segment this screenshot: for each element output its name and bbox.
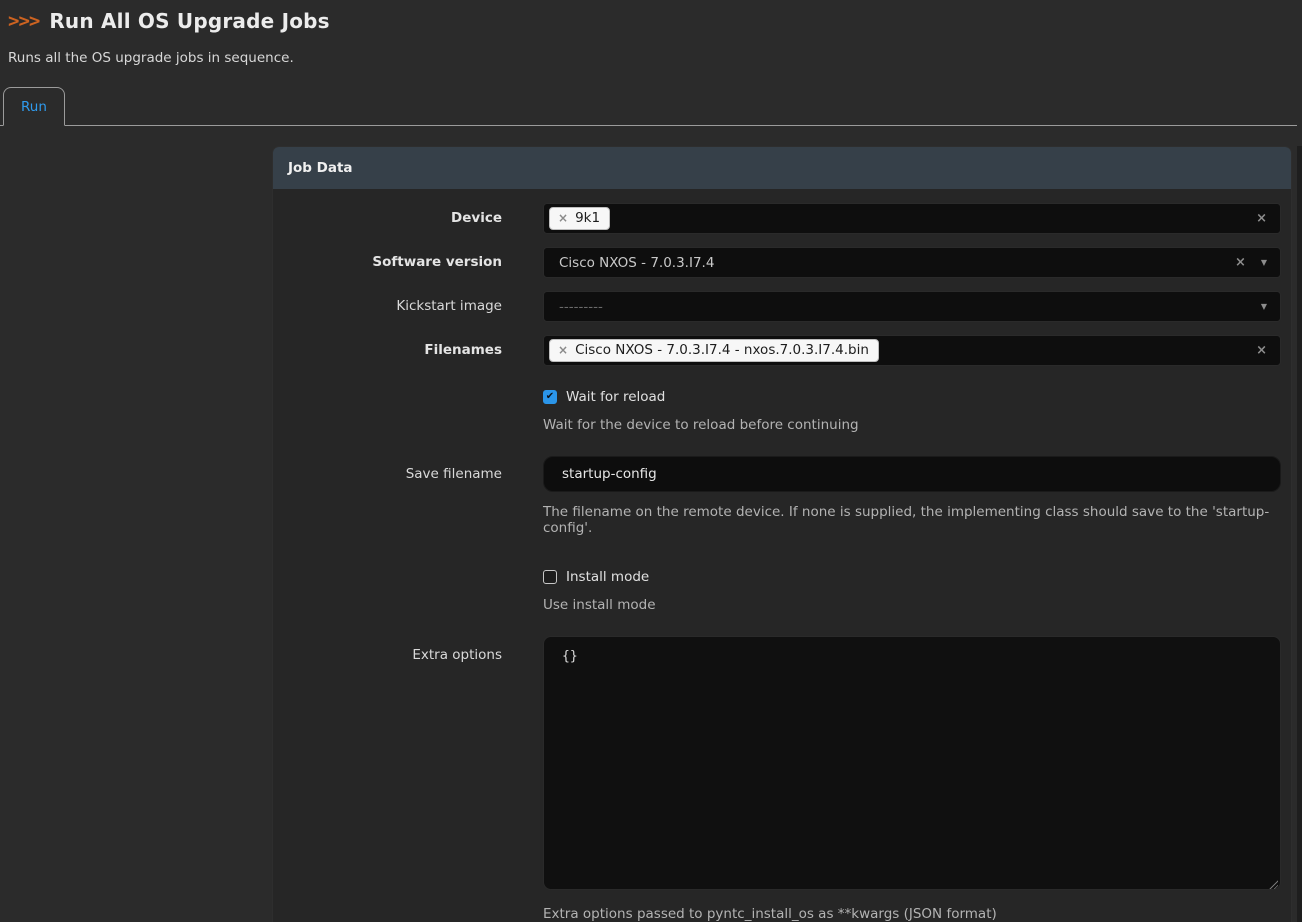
wait-for-reload-checkbox-row[interactable]: ✔ Wait for reload xyxy=(543,389,1281,405)
page-content: Job Data Device × 9k1 × xyxy=(0,146,1302,922)
software-version-label: Software version xyxy=(287,247,502,278)
job-description: Runs all the OS upgrade jobs in sequence… xyxy=(0,50,1302,66)
extra-options-label: Extra options xyxy=(287,636,502,922)
wait-for-reload-checkbox[interactable]: ✔ xyxy=(543,390,557,404)
wait-for-reload-field-group: ✔ Wait for reload Wait for the device to… xyxy=(287,379,1281,443)
kickstart-image-field-group: Kickstart image --------- ▼ xyxy=(287,291,1281,322)
extra-options-help: Extra options passed to pyntc_install_os… xyxy=(543,906,1281,922)
tab-bar: Run xyxy=(0,86,1297,126)
kickstart-image-label: Kickstart image xyxy=(287,291,502,322)
install-mode-checkbox-row[interactable]: ✔ Install mode xyxy=(543,569,1281,585)
device-select[interactable]: × 9k1 × xyxy=(543,203,1281,234)
clear-device-icon[interactable]: × xyxy=(1256,212,1267,225)
device-tag-label: 9k1 xyxy=(575,210,600,226)
wait-for-reload-spacer xyxy=(287,379,502,443)
install-mode-help: Use install mode xyxy=(543,597,1281,613)
install-mode-checkbox[interactable]: ✔ xyxy=(543,570,557,584)
panel-title: Job Data xyxy=(273,147,1291,189)
device-field-group: Device × 9k1 × xyxy=(287,203,1281,234)
page-edge-strip xyxy=(1297,146,1302,922)
save-filename-label: Save filename xyxy=(287,456,502,546)
extra-options-field-group: Extra options {} Extra options passed to… xyxy=(287,636,1281,922)
clear-filenames-icon[interactable]: × xyxy=(1256,344,1267,357)
page-header: >>> Run All OS Upgrade Jobs Runs all the… xyxy=(0,0,1302,126)
install-mode-field-group: ✔ Install mode Use install mode xyxy=(287,559,1281,623)
nautobot-prompt-icon: >>> xyxy=(8,10,39,32)
chevron-down-icon[interactable]: ▼ xyxy=(1261,303,1267,311)
wait-for-reload-help: Wait for the device to reload before con… xyxy=(543,417,1281,433)
filenames-label: Filenames xyxy=(287,335,502,366)
software-version-value: Cisco NXOS - 7.0.3.I7.4 xyxy=(549,255,714,271)
job-form: Device × 9k1 × Software version xyxy=(273,189,1291,922)
save-filename-help: The filename on the remote device. If no… xyxy=(543,504,1281,536)
chevron-down-icon[interactable]: ▼ xyxy=(1261,259,1267,267)
install-mode-spacer xyxy=(287,559,502,623)
device-label: Device xyxy=(287,203,502,234)
software-version-select[interactable]: Cisco NXOS - 7.0.3.I7.4 × ▼ xyxy=(543,247,1281,278)
filenames-selected-tag: × Cisco NXOS - 7.0.3.I7.4 - nxos.7.0.3.I… xyxy=(549,339,879,362)
filenames-tag-label: Cisco NXOS - 7.0.3.I7.4 - nxos.7.0.3.I7.… xyxy=(575,342,869,358)
software-version-field-group: Software version Cisco NXOS - 7.0.3.I7.4… xyxy=(287,247,1281,278)
save-filename-input[interactable] xyxy=(543,456,1281,492)
kickstart-image-placeholder: --------- xyxy=(549,299,603,315)
page-title: Run All OS Upgrade Jobs xyxy=(49,9,329,33)
checkmark-icon: ✔ xyxy=(546,392,554,402)
save-filename-field-group: Save filename The filename on the remote… xyxy=(287,456,1281,546)
tab-run[interactable]: Run xyxy=(3,87,65,126)
kickstart-image-select[interactable]: --------- ▼ xyxy=(543,291,1281,322)
clear-software-version-icon[interactable]: × xyxy=(1235,256,1246,269)
filenames-select[interactable]: × Cisco NXOS - 7.0.3.I7.4 - nxos.7.0.3.I… xyxy=(543,335,1281,366)
filenames-field-group: Filenames × Cisco NXOS - 7.0.3.I7.4 - nx… xyxy=(287,335,1281,366)
job-data-panel: Job Data Device × 9k1 × xyxy=(272,146,1292,922)
wait-for-reload-label: Wait for reload xyxy=(566,389,665,405)
extra-options-textarea[interactable]: {} xyxy=(543,636,1281,890)
remove-tag-icon[interactable]: × xyxy=(558,344,568,356)
device-selected-tag: × 9k1 xyxy=(549,207,610,230)
install-mode-label: Install mode xyxy=(566,569,649,585)
remove-tag-icon[interactable]: × xyxy=(558,212,568,224)
